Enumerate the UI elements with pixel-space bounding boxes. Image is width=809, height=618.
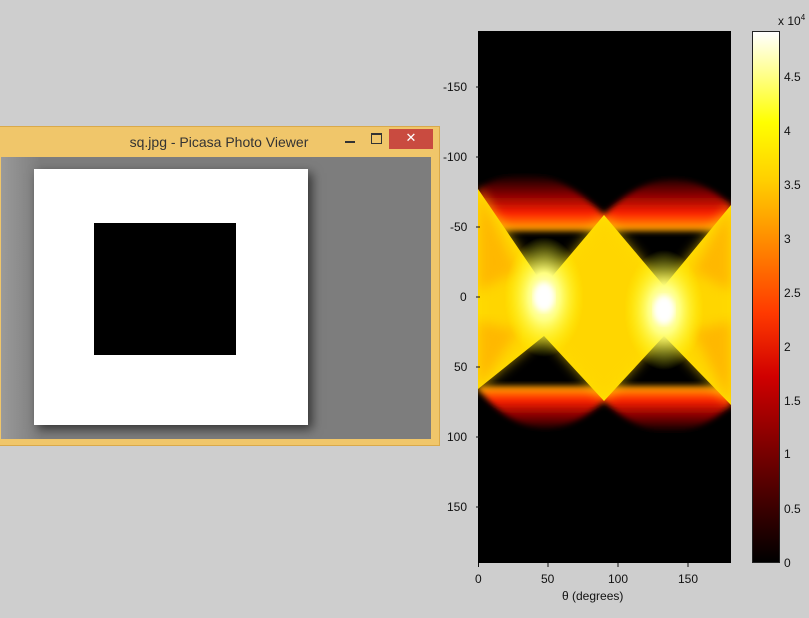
close-icon: ✕	[405, 130, 417, 145]
maximize-icon	[371, 133, 382, 144]
maximize-button[interactable]	[365, 129, 387, 149]
y-tick-label: 150	[447, 500, 468, 514]
picasa-window: sq.jpg - Picasa Photo Viewer ✕	[0, 126, 440, 446]
close-button[interactable]: ✕	[389, 129, 433, 149]
y-tick-label: -150	[443, 80, 468, 94]
x-tick-marks	[478, 563, 689, 567]
y-tick-label: -100	[443, 150, 468, 164]
minimize-icon	[345, 141, 355, 143]
x-tick-label: 50	[541, 572, 555, 586]
y-tick-marks	[476, 86, 480, 508]
sinogram-plot	[478, 31, 731, 563]
colorbar-tick-label: 4.5	[784, 70, 801, 84]
y-tick-label: 50	[454, 360, 468, 374]
y-tick-label: 100	[447, 430, 468, 444]
y-tick-label: 0	[460, 290, 467, 304]
colorbar-tick-label: 3	[784, 232, 791, 246]
colorbar-tick-label: 0.5	[784, 502, 801, 516]
photo-image	[34, 169, 308, 425]
colorbar	[752, 31, 780, 563]
x-tick-label: 100	[608, 572, 629, 586]
x-tick-label: 0	[475, 572, 482, 586]
colorbar-tick-label: 0	[784, 556, 791, 570]
colorbar-tick-label: 1.5	[784, 394, 801, 408]
x-axis-label: θ (degrees)	[562, 589, 624, 603]
minimize-button[interactable]	[339, 129, 361, 149]
photo-viewport[interactable]	[1, 157, 431, 439]
colorbar-tick-label: 2	[784, 340, 791, 354]
colorbar-tick-label: 2.5	[784, 286, 801, 300]
colorbar-tick-label: 4	[784, 124, 791, 138]
y-tick-label: -50	[450, 220, 468, 234]
colorbar-tick-label: 1	[784, 447, 791, 461]
black-square	[94, 223, 236, 355]
sinogram-image	[478, 31, 731, 563]
colorbar-exponent: x 104	[778, 13, 806, 28]
colorbar-tick-label: 3.5	[784, 178, 801, 192]
x-tick-label: 150	[678, 572, 699, 586]
